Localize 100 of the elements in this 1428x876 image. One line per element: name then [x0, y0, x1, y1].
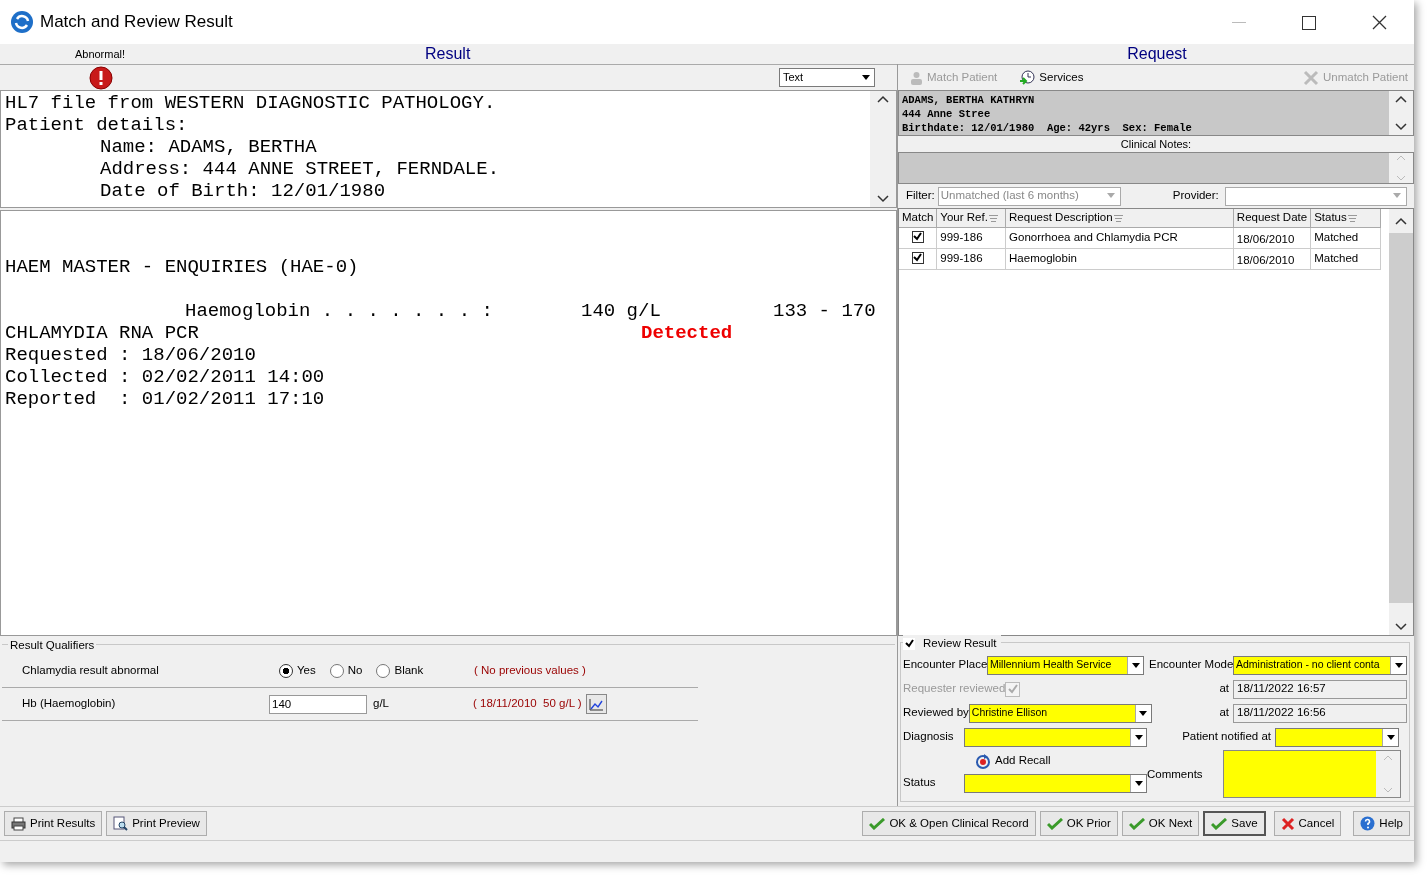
column-header[interactable]: Your Ref. — [936, 209, 1006, 227]
dialog-button[interactable]: Print Results — [4, 811, 103, 836]
add-recall-link[interactable]: Add Recall — [975, 752, 1051, 770]
toolbar-button[interactable]: Services — [1019, 68, 1084, 87]
check-icon — [1046, 817, 1063, 830]
field-label: Diagnosis — [903, 729, 955, 745]
dropdown-field[interactable] — [964, 727, 1147, 747]
app-logo-icon — [10, 10, 34, 34]
field-label: Requester reviewed — [903, 681, 1006, 697]
dropdown-arrow-icon — [1394, 662, 1403, 668]
patient-text: Birthdate: 12/01/1980 Age: 42yrs Sex: Female — [902, 121, 1193, 135]
radio-label[interactable]: Yes — [297, 662, 316, 680]
previous-values: ( No previous values ) — [474, 663, 586, 679]
radio-button[interactable] — [376, 664, 391, 678]
table-cell: 18/06/2010 — [1233, 248, 1311, 270]
value-field[interactable]: 140 — [269, 694, 367, 714]
check-icon — [1128, 817, 1145, 830]
patient-text: 444 Anne Stree — [902, 107, 992, 121]
dialog-button[interactable]: Cancel — [1273, 811, 1342, 836]
maximize-icon[interactable] — [1302, 15, 1316, 30]
filter-icon — [988, 214, 998, 222]
test-value: 140 g/L — [581, 300, 662, 322]
scroll-up-icon — [877, 95, 889, 103]
date-field: 18/11/2022 16:57 — [1233, 679, 1407, 699]
radio-label[interactable]: Blank — [394, 662, 424, 680]
cross-icon — [1303, 69, 1319, 86]
recall-icon — [975, 753, 991, 769]
match-checkbox[interactable] — [911, 230, 924, 243]
close-icon[interactable] — [1371, 15, 1387, 31]
dropdown-arrow-icon — [1393, 193, 1402, 199]
filter-label: Filter: — [906, 188, 935, 204]
column-header[interactable]: Request Description — [1005, 209, 1234, 227]
column-header[interactable]: Status — [1310, 209, 1381, 227]
dropdown-field[interactable]: Christine Ellison — [968, 703, 1152, 723]
report-text: Requested : 18/06/2010 — [5, 344, 256, 366]
scroll-down-icon — [1396, 175, 1406, 181]
preview-icon — [113, 816, 129, 831]
qualifier-label: Hb (Haemoglobin) — [22, 696, 117, 712]
scroll-up-icon — [1395, 217, 1407, 225]
radio-button[interactable] — [329, 664, 344, 678]
check-icon — [1211, 817, 1228, 830]
match-checkbox[interactable] — [911, 251, 924, 264]
dropdown-arrow-icon — [1134, 734, 1143, 740]
report-text: Collected : 02/02/2011 14:00 — [5, 366, 325, 388]
table-cell: Matched — [1310, 248, 1381, 270]
dropdown-arrow-icon — [1107, 193, 1116, 199]
dialog-button[interactable]: OK Prior — [1039, 811, 1118, 836]
dropdown-field[interactable]: Administration - no client conta — [1233, 655, 1407, 675]
radio-button[interactable] — [279, 664, 293, 678]
dropdown-arrow-icon — [1386, 734, 1395, 740]
field-label: Patient notified at — [1181, 729, 1272, 745]
table-cell: 18/06/2010 — [1233, 227, 1311, 249]
printer-icon — [11, 816, 26, 831]
filter-icon — [1113, 214, 1123, 222]
dialog-button[interactable]: Print Preview — [106, 811, 207, 836]
dropdown-field[interactable]: Millennium Health Service — [987, 655, 1144, 675]
report-text: Reported : 01/02/2011 17:10 — [5, 388, 325, 410]
test-name: Haemoglobin . . . . . . . : — [185, 300, 494, 322]
radio-label[interactable]: No — [347, 662, 363, 680]
cross-icon — [1280, 816, 1295, 831]
field-label: at — [1218, 681, 1230, 697]
abnormal-label: Abnormal! — [73, 46, 127, 62]
dialog-button[interactable]: OK Next — [1121, 811, 1200, 836]
dropdown-field[interactable] — [964, 773, 1147, 793]
section-heading: Result — [425, 45, 471, 62]
field-label: Reviewed by — [903, 705, 969, 721]
scroll-down-icon — [1395, 623, 1407, 631]
dropdown-arrow-icon — [1131, 662, 1140, 668]
table-cell: 999-186 — [936, 227, 1006, 249]
report-text: Date of Birth: 12/01/1980 — [99, 180, 387, 202]
dropdown-arrow-icon — [1134, 780, 1143, 786]
dialog-button[interactable]: OK & Open Clinical Record — [862, 811, 1036, 836]
view-select[interactable]: Text — [779, 68, 875, 87]
report-text: Name: ADAMS, BERTHA — [99, 136, 318, 158]
graph-button[interactable] — [585, 694, 607, 714]
date-field: 18/11/2022 16:56 — [1233, 703, 1407, 723]
report-text: HL7 file from WESTERN DIAGNOSTIC PATHOLOGY. — [5, 92, 497, 114]
dialog-button[interactable]: Help — [1353, 811, 1410, 836]
person-icon — [910, 70, 923, 85]
field-label: Status — [903, 775, 937, 791]
table-cell: Gonorrhoea and Chlamydia PCR — [1005, 227, 1234, 249]
provider-label: Provider: — [1172, 188, 1219, 204]
clock-icon — [1019, 69, 1036, 86]
comments-field[interactable] — [1223, 750, 1401, 798]
check-icon — [869, 817, 886, 830]
column-header[interactable]: Request Date — [1233, 209, 1311, 227]
scroll-up-icon — [1395, 95, 1407, 103]
dialog-button[interactable]: Save — [1203, 811, 1266, 836]
scrollbar-thumb[interactable] — [1389, 233, 1413, 603]
window-title: Match and Review Result — [40, 11, 233, 34]
help-icon — [1360, 816, 1376, 831]
section-heading: Request — [1127, 45, 1187, 62]
test-result-text: Detected — [641, 322, 733, 344]
column-header[interactable]: Match — [899, 209, 937, 227]
dropdown-field[interactable] — [1275, 727, 1399, 747]
reference-range: 133 - 170 — [773, 300, 876, 322]
provider-select[interactable] — [1224, 186, 1407, 206]
clinical-notes-label: Clinical Notes: — [1120, 138, 1192, 150]
review-checkbox[interactable] — [903, 637, 915, 650]
field-label: Comments — [1147, 767, 1204, 783]
